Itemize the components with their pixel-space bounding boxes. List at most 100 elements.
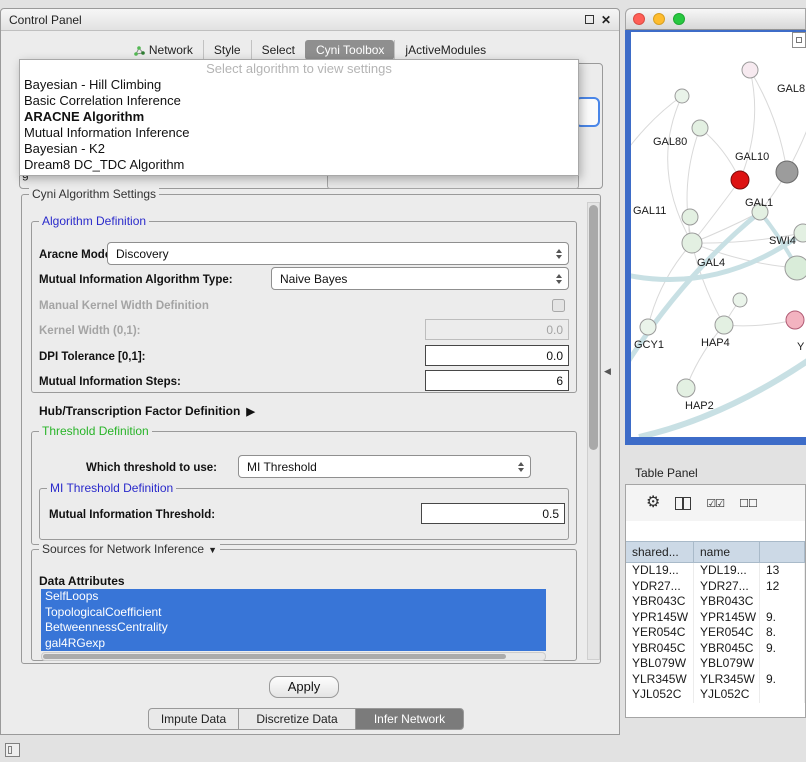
column-header[interactable]: shared... (626, 542, 694, 562)
table-row[interactable]: YBR045CYBR045C9. (626, 641, 805, 657)
column-selector-icon[interactable] (675, 497, 691, 510)
network-node[interactable] (677, 379, 695, 397)
node-label: GAL1 (745, 197, 773, 209)
network-edge[interactable] (639, 360, 806, 437)
which-threshold-select[interactable]: MI Threshold (238, 455, 531, 478)
network-edge[interactable] (692, 212, 760, 243)
algorithm-option[interactable]: Mutual Information Inference (20, 125, 578, 141)
attribute-list-hscrollbar[interactable] (41, 652, 546, 661)
node-label: HAP2 (685, 400, 714, 412)
kernel-width-label: Kernel Width (0,1): (39, 325, 140, 337)
network-node[interactable] (733, 293, 747, 307)
data-attribute-item[interactable]: gal4RGexp (41, 636, 546, 652)
hub-definition-label: Hub/Transcription Factor Definition (39, 404, 240, 418)
network-edge[interactable] (692, 243, 724, 325)
network-node[interactable] (640, 319, 656, 335)
network-edge[interactable] (686, 325, 724, 388)
node-label: GCY1 (634, 339, 664, 351)
apply-button[interactable]: Apply (269, 676, 339, 698)
scrollbar-thumb[interactable] (589, 205, 598, 450)
algorithm-option[interactable]: Dream8 DC_TDC Algorithm (20, 157, 578, 173)
settings-gear-icon[interactable]: ⚙ (646, 495, 660, 511)
table-row[interactable]: YDL19...YDL19...13 (626, 563, 805, 579)
algorithm-option[interactable]: ARACNE Algorithm (20, 109, 578, 125)
hub-definition-expander[interactable]: Hub/Transcription Factor Definition▶ (39, 404, 255, 418)
tab-infer-network[interactable]: Infer Network (355, 708, 464, 730)
deselect-all-icon[interactable]: ☐☐ (739, 497, 757, 510)
select-all-icon[interactable]: ☑☑ (706, 497, 724, 510)
network-node[interactable] (692, 120, 708, 136)
control-panel-tab-bar: Network Style Select Cyni Toolbox jActiv… (1, 39, 619, 61)
group-title: MI Threshold Definition (47, 481, 176, 495)
tab-select[interactable]: Select (251, 40, 305, 60)
birdseye-toggle[interactable] (792, 32, 806, 48)
network-edge[interactable] (740, 70, 755, 180)
algorithm-option[interactable]: Basic Correlation Inference (20, 93, 578, 109)
network-node[interactable] (786, 311, 804, 329)
algorithm-option[interactable]: Bayesian - K2 (20, 141, 578, 157)
algorithm-option[interactable]: Bayesian - Hill Climbing (20, 77, 578, 93)
dpi-tolerance-input[interactable] (425, 345, 569, 366)
node-label: GAL8 (777, 83, 805, 95)
network-edge[interactable] (700, 128, 740, 180)
table-cell: 9. (760, 610, 805, 626)
table-panel-toolbar: ⚙ ☑☑ ☐☐ (626, 485, 805, 521)
table-row[interactable]: YLR345WYLR345W9. (626, 672, 805, 688)
kernel-width-input[interactable] (425, 319, 569, 340)
tab-style[interactable]: Style (203, 40, 251, 60)
network-graph[interactable]: GAL8GAL80GAL10GAL11GAL1SWI4GAL4GCY1HAP4H… (631, 32, 806, 437)
table-row[interactable]: YBR043CYBR043C (626, 594, 805, 610)
table-cell: YLR345W (694, 672, 760, 688)
network-canvas[interactable]: GAL8GAL80GAL10GAL11GAL1SWI4GAL4GCY1HAP4H… (631, 32, 806, 437)
column-header[interactable]: name (694, 542, 760, 562)
network-node[interactable] (731, 171, 749, 189)
manual-kernel-checkbox[interactable] (552, 299, 565, 312)
table-row[interactable]: YBL079WYBL079W (626, 656, 805, 672)
control-panel-dock-icon[interactable] (5, 743, 20, 757)
network-node[interactable] (682, 209, 698, 225)
network-node[interactable] (675, 89, 689, 103)
minimize-traffic-icon[interactable] (653, 13, 665, 25)
close-traffic-icon[interactable] (633, 13, 645, 25)
network-edge[interactable] (724, 320, 795, 326)
network-node[interactable] (715, 316, 733, 334)
network-node[interactable] (776, 161, 798, 183)
network-tab-icon (134, 45, 145, 56)
scrollbar-thumb[interactable] (43, 654, 506, 659)
group-title: Cyni Algorithm Settings (29, 187, 159, 201)
tab-cyni-toolbox[interactable]: Cyni Toolbox (305, 40, 394, 60)
table-row[interactable]: YDR27...YDR27...12 (626, 579, 805, 595)
data-attribute-item[interactable]: SelfLoops (41, 589, 546, 605)
data-attribute-item[interactable]: TopologicalCoefficient (41, 605, 546, 621)
table-row[interactable]: YER054CYER054C8. (626, 625, 805, 641)
network-frame: GAL8GAL80GAL10GAL11GAL1SWI4GAL4GCY1HAP4H… (625, 30, 806, 445)
table-cell: YBR045C (626, 641, 694, 657)
column-header[interactable] (760, 542, 805, 562)
data-attribute-item[interactable]: BetweennessCentrality (41, 620, 546, 636)
table-cell: YBL079W (626, 656, 694, 672)
panel-collapse-grip[interactable]: ◀ (604, 366, 611, 377)
aracne-mode-select[interactable]: Discovery (107, 242, 569, 265)
data-attributes-list[interactable]: SelfLoopsTopologicalCoefficientBetweenne… (41, 589, 546, 651)
mi-type-select[interactable]: Naive Bayes (271, 267, 569, 290)
close-icon[interactable]: ✕ (601, 15, 611, 25)
float-window-icon[interactable] (585, 15, 594, 24)
tab-network[interactable]: Network (124, 40, 203, 60)
table-row[interactable]: YPR145WYPR145W9. (626, 610, 805, 626)
tab-discretize-data[interactable]: Discretize Data (238, 708, 356, 730)
table-cell: 8. (760, 625, 805, 641)
mi-threshold-input[interactable] (421, 503, 565, 524)
table-panel-window: ⚙ ☑☑ ☐☐ shared...name YDL19...YDL19...13… (625, 484, 806, 718)
tab-jactivemodules[interactable]: jActiveModules (394, 40, 496, 60)
network-node[interactable] (682, 233, 702, 253)
manual-kernel-label: Manual Kernel Width Definition (39, 300, 209, 312)
table-row[interactable]: YJL052CYJL052C (626, 687, 805, 703)
network-node[interactable] (785, 256, 806, 280)
mi-steps-input[interactable] (425, 370, 569, 391)
settings-vscrollbar[interactable] (587, 202, 600, 660)
sources-expander[interactable]: Sources for Network Inference▼ (39, 542, 220, 556)
network-node[interactable] (742, 62, 758, 78)
tab-impute-data[interactable]: Impute Data (148, 708, 239, 730)
table-cell (760, 656, 805, 672)
zoom-traffic-icon[interactable] (673, 13, 685, 25)
